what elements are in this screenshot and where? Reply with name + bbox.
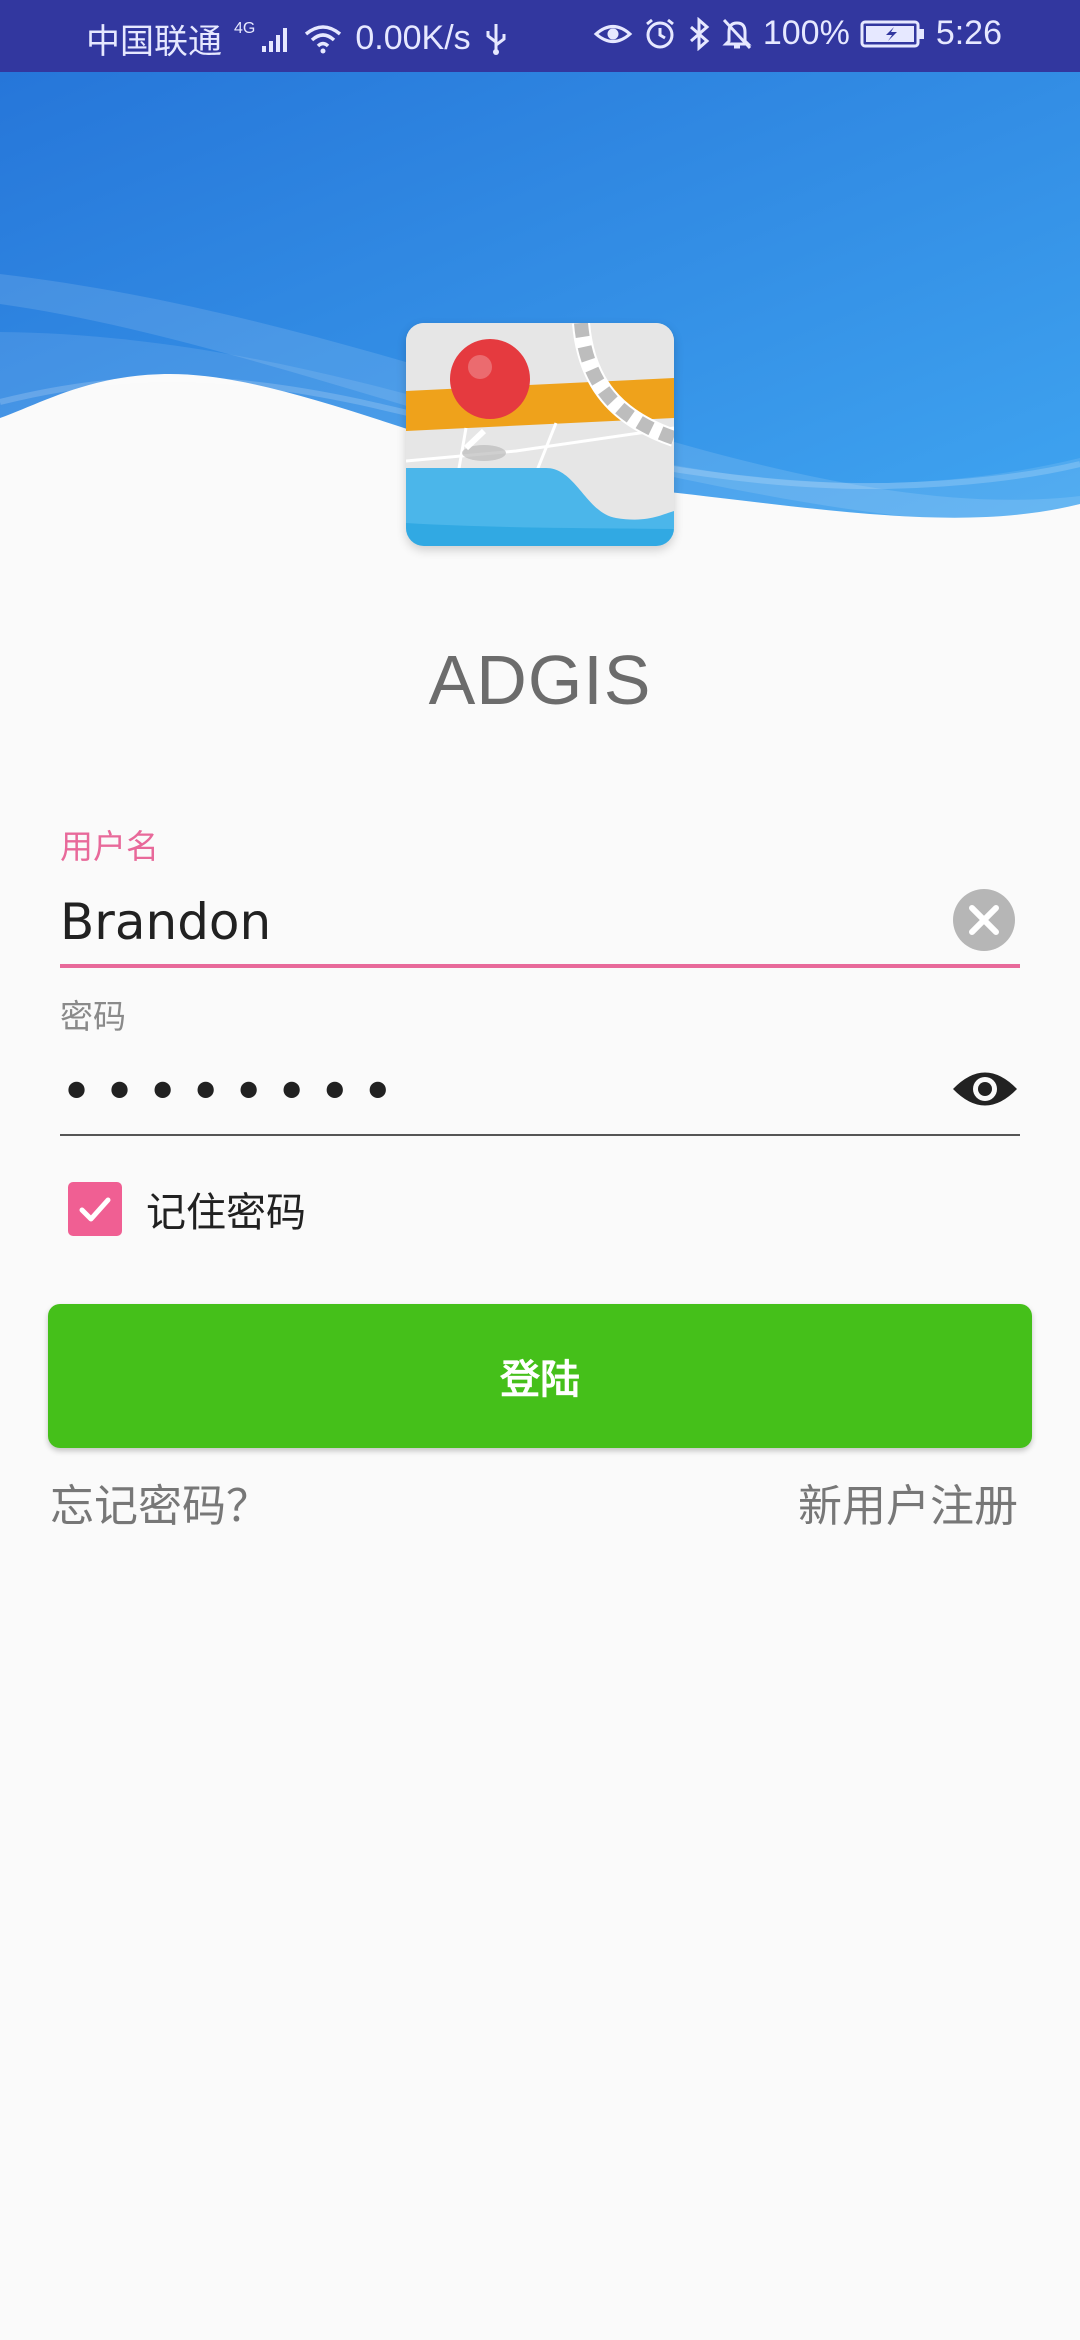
forgot-password-link[interactable]: 忘记密码？ bbox=[50, 1470, 270, 1534]
app-logo-map-icon bbox=[406, 323, 674, 546]
username-label: 用户名 bbox=[60, 827, 159, 866]
remember-password-label: 记住密码 bbox=[146, 1190, 306, 1236]
alarm-icon bbox=[643, 17, 677, 51]
password-label: 密码 bbox=[60, 997, 126, 1036]
login-button[interactable]: 登陆 bbox=[48, 1304, 1032, 1448]
mute-bell-icon bbox=[721, 17, 753, 51]
clear-text-icon bbox=[969, 905, 999, 935]
battery-percent: 100% bbox=[762, 14, 850, 52]
register-link[interactable]: 新用户注册 bbox=[798, 1470, 1018, 1534]
login-screen: 中国联通 4G 0.00K/s 100% 5:26 ADGIS 用户名 Bran… bbox=[0, 0, 1080, 2340]
checkbox-checked[interactable] bbox=[68, 1182, 122, 1236]
battery-charging-icon bbox=[860, 19, 926, 49]
password-input[interactable] bbox=[60, 1052, 1020, 1132]
show-password-icon bbox=[953, 1072, 1017, 1106]
eye-comfort-icon bbox=[593, 19, 633, 49]
status-bar: 中国联通 4G 0.00K/s 100% 5:26 bbox=[0, 0, 1080, 72]
checkmark-icon bbox=[79, 1197, 111, 1222]
carrier-label: 中国联通 bbox=[86, 23, 222, 61]
clock: 5:26 bbox=[935, 14, 1002, 52]
bluetooth-icon bbox=[687, 16, 711, 51]
username-underline bbox=[60, 964, 1020, 968]
network-type: 4G bbox=[234, 19, 256, 37]
password-underline bbox=[60, 1134, 1020, 1136]
status-bar-right: 100% 5:26 bbox=[593, 14, 1002, 53]
app-title: ADGIS bbox=[428, 641, 652, 719]
clear-username-button[interactable] bbox=[953, 889, 1015, 951]
network-speed: 0.00K/s bbox=[355, 19, 471, 57]
wifi-icon bbox=[303, 23, 343, 55]
username-input[interactable] bbox=[60, 882, 1020, 962]
toggle-password-visibility-button[interactable] bbox=[950, 1062, 1020, 1116]
usb-icon bbox=[483, 22, 509, 56]
status-bar-left: 中国联通 4G 0.00K/s bbox=[86, 14, 509, 63]
signal-icon bbox=[261, 24, 291, 54]
remember-password-checkbox[interactable]: 记住密码 bbox=[68, 1180, 306, 1238]
